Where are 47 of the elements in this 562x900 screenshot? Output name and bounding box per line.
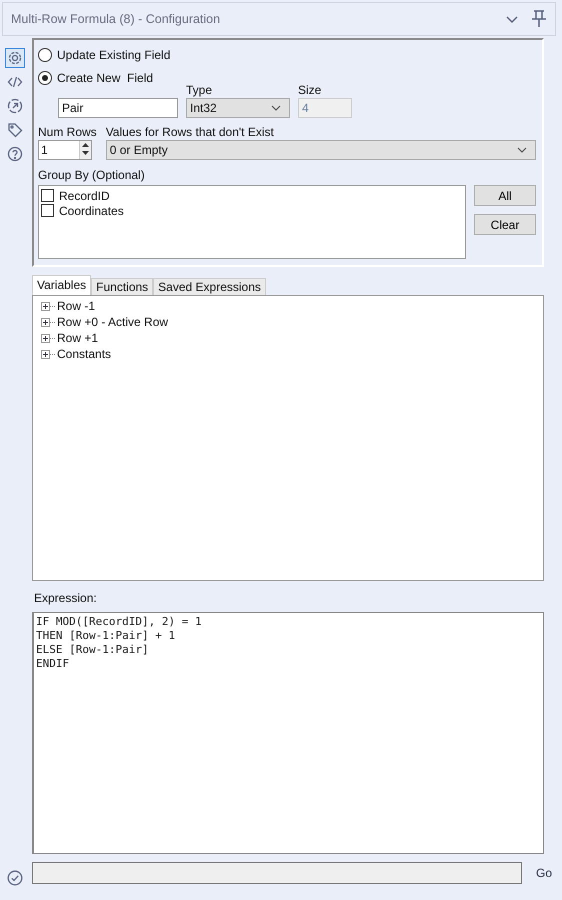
tab[interactable]: Functions — [91, 278, 154, 295]
num-rows-spinner[interactable]: 1 — [38, 140, 92, 160]
tree-item[interactable]: Constants — [57, 347, 112, 361]
caret-icon — [517, 147, 527, 153]
field-name-input[interactable]: Pair — [58, 98, 178, 118]
all-button[interactable]: All — [474, 185, 536, 206]
checkbox-label: Coordinates — [59, 204, 124, 218]
num-rows-label: Num Rows — [38, 125, 97, 140]
type-label: Type — [186, 83, 214, 98]
pin-icon[interactable] — [531, 10, 547, 28]
code-line: ENDIF — [36, 657, 70, 671]
group-by-label: Group By (Optional) — [38, 168, 146, 183]
tree-item[interactable]: Row +1 — [57, 331, 98, 345]
radio-label: Update Existing Field — [57, 48, 170, 62]
tab[interactable]: Saved Expressions — [153, 278, 266, 295]
checkbox[interactable] — [41, 189, 54, 202]
chevron-down-icon[interactable] — [505, 14, 519, 24]
checkbox[interactable] — [41, 204, 54, 217]
expand-icon[interactable] — [41, 318, 50, 326]
radio-button[interactable] — [38, 48, 52, 62]
code-line: THEN [Row-1:Pair] + 1 — [36, 629, 176, 643]
size-input[interactable]: 4 — [298, 98, 352, 118]
tab[interactable]: Variables — [32, 275, 92, 295]
missing-rows-dropdown[interactable]: 0 or Empty — [106, 140, 536, 160]
missing-rows-label: Values for Rows that don't Exist — [106, 125, 275, 140]
tree-item[interactable]: Row +0 - Active Row — [57, 315, 168, 329]
expression-label: Expression: — [34, 591, 98, 606]
size-label: Size — [298, 83, 322, 98]
code-line: ELSE [Row-1:Pair] — [36, 643, 150, 657]
type-dropdown[interactable]: Int32 — [186, 98, 290, 118]
settings-icon[interactable] — [5, 48, 25, 68]
expand-icon[interactable] — [41, 350, 50, 358]
help-icon[interactable] — [5, 144, 25, 164]
expand-icon[interactable] — [41, 302, 50, 310]
radio-label: Create New Field — [57, 70, 154, 84]
tree-item[interactable]: Row -1 — [57, 299, 96, 313]
expression-editor[interactable]: IF MOD([RecordID], 2) = 1 THEN [Row-1:Pair] + 1 ELSE [Row-1:Pair] ENDIF — [32, 612, 544, 854]
clear-button[interactable]: Clear — [474, 214, 536, 235]
expand-icon[interactable] — [41, 334, 50, 342]
caret-icon — [271, 105, 281, 111]
window-title: Multi-Row Formula (8) - Configuration — [11, 12, 222, 26]
code-line: IF MOD([RecordID], 2) = 1 — [36, 615, 203, 629]
arrow-circle-icon[interactable] — [5, 96, 25, 116]
radio-button[interactable] — [38, 70, 52, 84]
go-button[interactable]: Go — [530, 866, 558, 880]
checkbox-label: RecordID — [59, 188, 110, 202]
check-circle-icon — [7, 870, 23, 886]
